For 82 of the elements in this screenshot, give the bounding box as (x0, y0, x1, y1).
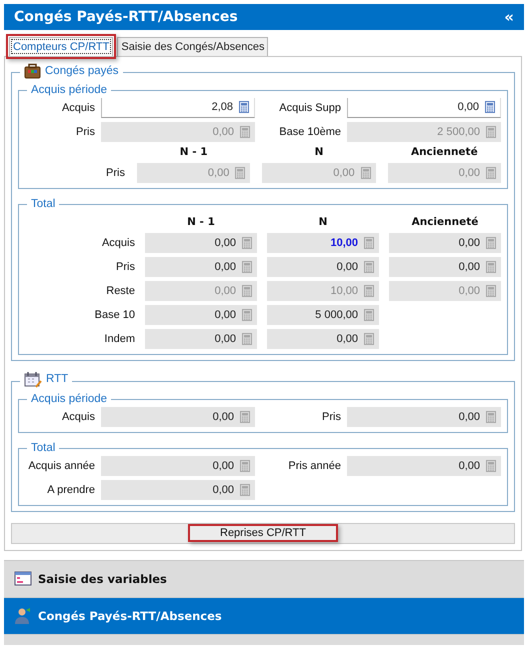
number-field[interactable]: 0,00 (145, 304, 257, 324)
number-field[interactable]: 0,00 (389, 256, 501, 276)
nav-item[interactable]: Congés Payés-RTT/Absences (4, 598, 524, 634)
number-field[interactable]: 0,00 (101, 456, 255, 476)
calculator-icon (240, 126, 250, 138)
field-label: Acquis année (27, 458, 95, 472)
number-field[interactable]: 0,00 (267, 256, 379, 276)
number-field[interactable]: 0,00 (267, 328, 379, 348)
calculator-icon (240, 410, 250, 422)
field-label: Pris (115, 260, 135, 274)
column-header: Ancienneté (410, 146, 479, 158)
calculator-icon (486, 260, 496, 272)
tab[interactable]: Compteurs CP/RTT (9, 37, 114, 56)
number-field[interactable]: 0,00 (145, 232, 257, 252)
column-header: N - 1 (186, 216, 216, 228)
number-field[interactable]: 0,00 (145, 328, 257, 348)
calculator-icon (486, 166, 496, 178)
number-field[interactable]: 0,00 (347, 456, 501, 476)
column-header: N (314, 146, 324, 158)
calculator-icon (364, 236, 374, 248)
nav-item[interactable]: Saisie des variables (4, 560, 524, 598)
number-field[interactable]: 0,00 (347, 98, 501, 118)
number-field[interactable]: 0,00 (101, 480, 255, 500)
group-title: Total (31, 441, 56, 455)
number-field[interactable]: 2,08 (101, 98, 255, 118)
number-field[interactable]: 5 000,00 (267, 304, 379, 324)
calculator-icon (486, 410, 496, 422)
reprises-button[interactable]: Reprises CP/RTT (11, 522, 515, 544)
field-label: Reste (105, 284, 135, 298)
calculator-icon (360, 166, 371, 178)
terminal-icon (14, 570, 32, 587)
calculator-icon (239, 101, 249, 113)
calculator-icon (485, 101, 495, 113)
group-title: Acquis période (31, 83, 108, 97)
calendar-icon (24, 370, 42, 388)
field-label: Pris (105, 166, 125, 180)
calculator-icon (486, 236, 496, 248)
group-title: RTT (46, 372, 68, 386)
calculator-icon (486, 126, 496, 138)
group-title: Congés payés (45, 64, 119, 78)
column-header: N - 1 (178, 146, 209, 158)
field-label: Acquis (60, 410, 95, 424)
field-label: Pris année (287, 458, 341, 472)
number-field[interactable]: 0,00 (389, 232, 501, 252)
nav-label: Saisie des variables (38, 572, 167, 586)
tab[interactable]: Saisie des Congés/Absences (117, 37, 268, 56)
calculator-icon (240, 460, 250, 472)
field-label: Acquis (60, 100, 95, 114)
field-label: Pris (321, 410, 341, 424)
field-label: Acquis (100, 236, 135, 250)
number-field[interactable]: 0,00 (145, 256, 257, 276)
person-icon (14, 607, 32, 624)
header-title: Congés Payés-RTT/Absences (14, 9, 238, 25)
field-label: Base 10ème (278, 124, 341, 138)
calculator-icon (235, 166, 246, 178)
calculator-icon (364, 260, 374, 272)
calculator-icon (242, 332, 252, 344)
calculator-icon (364, 308, 374, 320)
number-field[interactable]: 0,00 (101, 406, 255, 426)
group-title: Total (31, 197, 56, 211)
field-label: Base 10 (94, 308, 135, 322)
field-label: Pris (75, 124, 95, 138)
field-label: A prendre (46, 482, 95, 496)
collapse-button[interactable]: « (504, 8, 514, 26)
calculator-icon (242, 308, 252, 320)
column-header: N (318, 216, 328, 228)
suitcase-icon (24, 62, 41, 78)
calculator-icon (364, 284, 374, 296)
group-title: Acquis période (31, 392, 108, 406)
field-label: Indem (103, 332, 135, 346)
calculator-icon (486, 284, 496, 296)
column-header: Ancienneté (410, 216, 480, 228)
calculator-icon (240, 484, 250, 496)
nav-label: Congés Payés-RTT/Absences (38, 608, 222, 622)
calculator-icon (364, 332, 374, 344)
calculator-icon (242, 284, 252, 296)
number-field[interactable]: 10,00 (267, 232, 379, 252)
calculator-icon (242, 236, 252, 248)
calculator-icon (242, 260, 252, 272)
calculator-icon (486, 460, 496, 472)
field-label: Acquis Supp (278, 100, 341, 114)
number-field[interactable]: 0,00 (347, 406, 501, 426)
